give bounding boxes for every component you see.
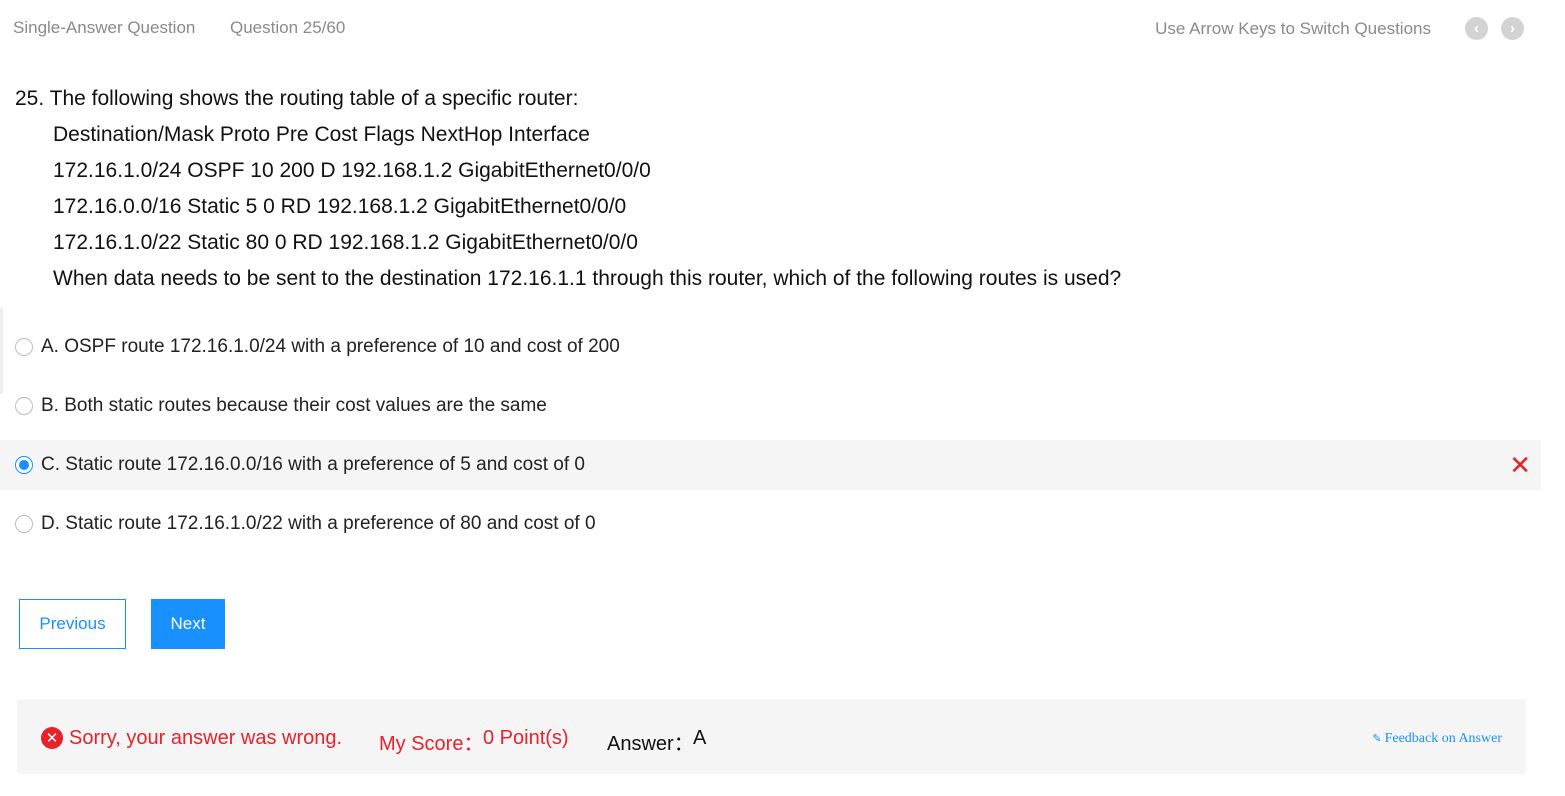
question-line: Destination/Mask Proto Pre Cost Flags Ne… xyxy=(53,123,590,146)
option-label: B. Both static routes because their cost… xyxy=(41,395,547,416)
chevron-right-icon[interactable]: › xyxy=(1501,17,1524,40)
radio-d[interactable] xyxy=(15,515,33,533)
result-message: Sorry, your answer was wrong. xyxy=(69,727,343,749)
option-d[interactable]: D. Static route 172.16.1.0/22 with a pre… xyxy=(0,499,1541,549)
answer-value: A xyxy=(693,727,707,749)
error-icon: ✕ xyxy=(41,727,63,749)
result-panel: ✕ Sorry, your answer was wrong. My Score… xyxy=(17,699,1526,774)
radio-b[interactable] xyxy=(15,397,33,415)
previous-button[interactable]: Previous xyxy=(19,599,126,649)
option-a[interactable]: A. OSPF route 172.16.1.0/24 with a prefe… xyxy=(0,322,1541,372)
question-body: 25. The following shows the routing tabl… xyxy=(15,84,1515,300)
option-label: C. Static route 172.16.0.0/16 with a pre… xyxy=(41,454,585,475)
edit-icon: ✎ xyxy=(1372,733,1382,745)
score-label: My Score： xyxy=(379,733,484,755)
question-type: Single-Answer Question xyxy=(13,18,196,37)
question-line: 172.16.1.0/24 OSPF 10 200 D 192.168.1.2 … xyxy=(53,159,651,182)
question-title: 25. The following shows the routing tabl… xyxy=(15,87,579,110)
question-line: 172.16.1.0/22 Static 80 0 RD 192.168.1.2… xyxy=(53,231,638,254)
option-b[interactable]: B. Both static routes because their cost… xyxy=(0,381,1541,431)
top-bar: Single-Answer Question Question 25/60 Us… xyxy=(13,17,1541,40)
option-label: A. OSPF route 172.16.1.0/24 with a prefe… xyxy=(41,336,620,357)
answer-label: Answer： xyxy=(607,733,694,755)
keyboard-hint: Use Arrow Keys to Switch Questions xyxy=(1155,19,1431,38)
wrong-mark-icon: ✕ xyxy=(1509,450,1531,480)
question-line: 172.16.0.0/16 Static 5 0 RD 192.168.1.2 … xyxy=(53,195,627,218)
radio-a[interactable] xyxy=(15,338,33,356)
next-button[interactable]: Next xyxy=(151,599,225,649)
option-label: D. Static route 172.16.1.0/22 with a pre… xyxy=(41,513,596,534)
radio-c[interactable] xyxy=(15,456,33,474)
feedback-label: Feedback on Answer xyxy=(1384,731,1502,746)
feedback-link[interactable]: ✎ Feedback on Answer xyxy=(1372,731,1502,747)
option-c[interactable]: C. Static route 172.16.0.0/16 with a pre… xyxy=(0,440,1541,490)
score-value: 0 Point(s) xyxy=(483,727,569,749)
question-counter: Question 25/60 xyxy=(230,18,346,37)
question-line: When data needs to be sent to the destin… xyxy=(53,267,1122,290)
chevron-left-icon[interactable]: ‹ xyxy=(1465,17,1488,40)
